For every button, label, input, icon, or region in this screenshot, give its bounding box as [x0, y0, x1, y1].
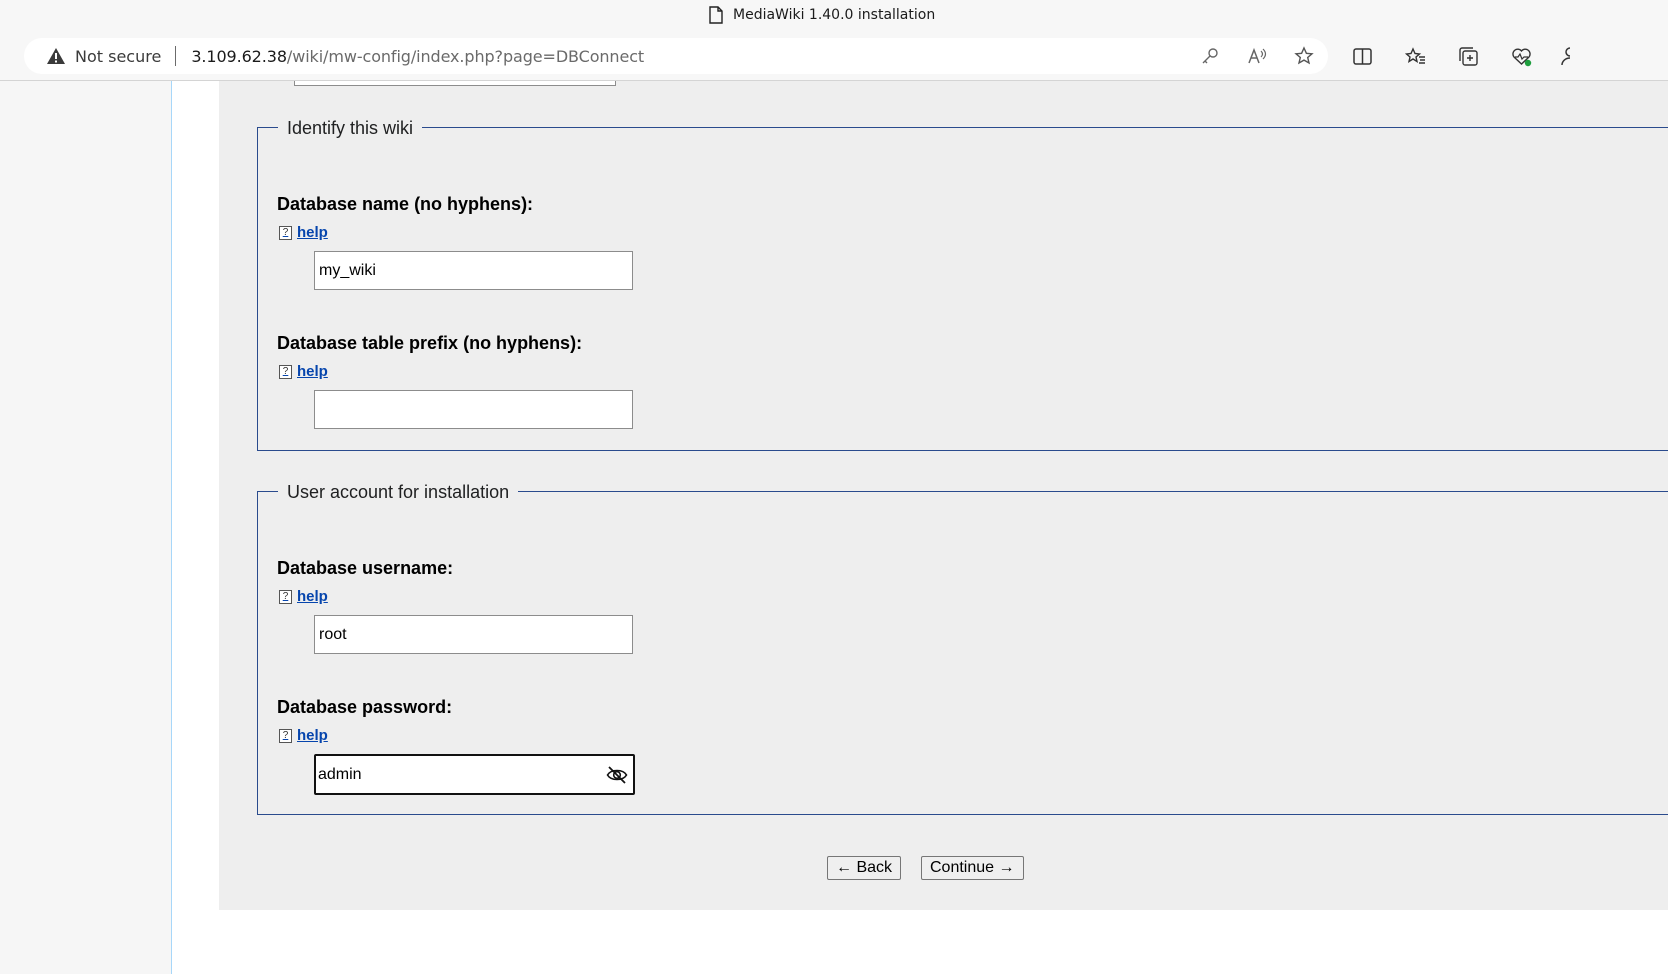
url-path: /wiki/mw-config/index.php?page=DBConnect [286, 46, 645, 66]
db-password-help-link[interactable]: ? help [279, 727, 328, 744]
address-bar-actions [1200, 46, 1314, 66]
key-icon[interactable] [1200, 46, 1220, 66]
tab-title-text: MediaWiki 1.40.0 installation [733, 7, 936, 23]
url-host: 3.109.62.38 [191, 46, 287, 66]
db-name-label: Database name (no hyphens): [277, 194, 534, 214]
help-icon: ? [279, 728, 292, 743]
help-link-text: help [297, 588, 328, 605]
page-document-icon [709, 6, 723, 24]
table-prefix-label: Database table prefix (no hyphens): [277, 333, 583, 353]
favorites-icon[interactable] [1404, 46, 1426, 67]
address-separator [175, 46, 177, 66]
url-text[interactable]: 3.109.62.38/wiki/mw-config/index.php?pag… [191, 47, 644, 66]
toolbar-icons [1352, 46, 1532, 67]
help-link-text: help [297, 363, 328, 380]
split-screen-icon[interactable] [1352, 46, 1373, 67]
previous-input-bottom[interactable] [294, 81, 616, 86]
sidebar-gutter [0, 81, 172, 974]
continue-button[interactable]: Continue → [921, 856, 1024, 880]
browser-title-bar: MediaWiki 1.40.0 installation [0, 0, 1668, 32]
profile-icon[interactable] [1560, 46, 1570, 66]
browser-essentials-icon[interactable] [1511, 46, 1532, 67]
table-prefix-help-link[interactable]: ? help [279, 363, 328, 380]
eye-slash-icon[interactable] [606, 764, 628, 786]
installer-form-area: Identify this wiki Database name (no hyp… [219, 81, 1668, 910]
address-bar[interactable]: Not secure 3.109.62.38/wiki/mw-config/in… [24, 38, 1328, 74]
db-username-help-link[interactable]: ? help [279, 588, 328, 605]
help-icon: ? [279, 364, 292, 379]
user-account-fieldset: User account for installation Database u… [257, 480, 1668, 815]
help-link-text: help [297, 727, 328, 744]
content-margin [172, 81, 219, 974]
identify-wiki-legend: Identify this wiki [278, 116, 423, 140]
favorite-star-icon[interactable] [1294, 46, 1314, 66]
db-password-input[interactable] [316, 756, 600, 793]
tab-title: MediaWiki 1.40.0 installation [708, 6, 935, 24]
identify-wiki-fieldset: Identify this wiki Database name (no hyp… [257, 116, 1668, 451]
page-bottom [219, 910, 1668, 974]
help-link-text: help [297, 224, 328, 241]
warning-triangle-icon[interactable] [46, 47, 66, 65]
user-account-legend: User account for installation [278, 480, 519, 504]
db-username-label: Database username: [277, 558, 454, 578]
collections-icon[interactable] [1458, 46, 1479, 67]
page-viewport: Identify this wiki Database name (no hyp… [0, 81, 1668, 974]
table-prefix-input[interactable] [314, 390, 633, 429]
db-password-field[interactable] [314, 754, 635, 795]
read-aloud-icon[interactable] [1247, 46, 1267, 66]
db-password-label: Database password: [277, 697, 453, 717]
db-name-help-link[interactable]: ? help [279, 224, 328, 241]
db-username-input[interactable] [314, 615, 633, 654]
back-button[interactable]: ← Back [827, 856, 902, 880]
help-icon: ? [279, 589, 292, 604]
address-bar-row: Not secure 3.109.62.38/wiki/mw-config/in… [0, 32, 1668, 81]
help-icon: ? [279, 225, 292, 240]
db-name-input[interactable] [314, 251, 633, 290]
security-status[interactable]: Not secure [75, 47, 161, 66]
